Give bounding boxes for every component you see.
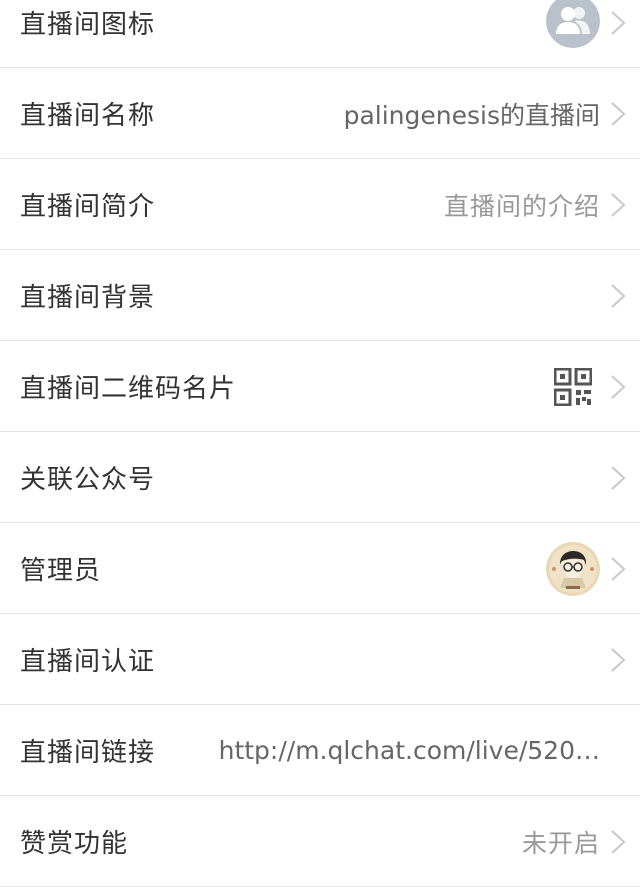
qr-code-icon — [553, 367, 593, 406]
row-value: 直播间的介绍 — [443, 191, 600, 221]
chevron-right-icon — [610, 647, 626, 673]
row-label: 直播间链接 — [20, 738, 156, 768]
admin-avatar-icon — [546, 542, 600, 596]
row-label: 直播间二维码名片 — [20, 374, 237, 404]
chevron-right-icon — [610, 192, 626, 218]
row-live-name[interactable]: 直播间名称 palingenesis的直播间 — [0, 69, 640, 159]
row-live-link[interactable]: 直播间链接 http://m.qlchat.com/live/520… — [0, 706, 640, 796]
row-link-value[interactable]: http://m.qlchat.com/live/520… — [219, 736, 600, 765]
row-live-icon[interactable]: 直播间图标 — [0, 0, 640, 68]
row-label: 直播间名称 — [20, 101, 156, 131]
chevron-right-icon — [610, 283, 626, 309]
row-label: 直播间简介 — [20, 192, 156, 222]
chevron-right-icon — [610, 465, 626, 491]
chevron-right-icon — [610, 101, 626, 127]
chevron-right-icon — [610, 374, 626, 400]
row-value: palingenesis的直播间 — [343, 100, 600, 130]
row-label: 直播间图标 — [20, 10, 156, 40]
row-linked-official-account[interactable]: 关联公众号 — [0, 433, 640, 523]
row-label: 赞赏功能 — [20, 829, 129, 859]
chevron-right-icon — [610, 10, 626, 36]
user-group-icon — [546, 0, 600, 48]
row-reward[interactable]: 赞赏功能 未开启 — [0, 797, 640, 887]
row-label: 直播间认证 — [20, 647, 156, 677]
row-live-verification[interactable]: 直播间认证 — [0, 615, 640, 705]
settings-list: 直播间图标 直播间名称 palingenesis的直播间 直播间简介 直播间的介… — [0, 0, 640, 887]
row-admin[interactable]: 管理员 — [0, 524, 640, 614]
row-live-qrcode[interactable]: 直播间二维码名片 — [0, 342, 640, 432]
row-label: 管理员 — [20, 556, 102, 586]
row-value: 未开启 — [521, 828, 600, 858]
chevron-right-icon — [610, 829, 626, 855]
row-live-background[interactable]: 直播间背景 — [0, 251, 640, 341]
row-label: 直播间背景 — [20, 283, 156, 313]
chevron-right-icon — [610, 556, 626, 582]
row-label: 关联公众号 — [20, 465, 156, 495]
row-live-intro[interactable]: 直播间简介 直播间的介绍 — [0, 160, 640, 250]
